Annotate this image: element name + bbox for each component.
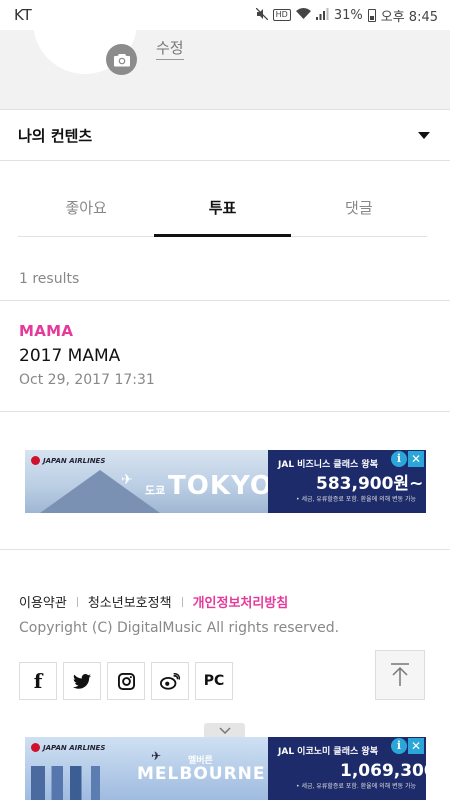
weibo-icon[interactable]	[151, 662, 189, 700]
copyright-text: Copyright (C) DigitalMusic All rights re…	[19, 620, 340, 636]
link-separator	[76, 596, 78, 607]
battery-icon	[367, 8, 376, 22]
hd-icon: HD	[272, 9, 291, 21]
caret-down-icon	[418, 132, 430, 139]
signal-icon	[315, 7, 329, 23]
tab-votes[interactable]: 투표	[154, 184, 291, 237]
vote-title: 2017 MAMA	[19, 346, 121, 366]
wifi-icon	[295, 7, 311, 23]
results-count: 1 results	[19, 271, 80, 287]
airline-logo: JAPAN AIRLINES	[31, 743, 105, 752]
vote-category: MAMA	[19, 322, 74, 340]
ad-info-icon[interactable]: i	[391, 738, 407, 754]
facebook-icon[interactable]: f	[19, 662, 57, 700]
carrier-label: KT	[14, 6, 32, 24]
my-contents-label: 나의 컨텐츠	[18, 127, 93, 145]
ad-price: 583,900원~	[316, 474, 424, 494]
status-icons: HD 31% 오후 8:45	[255, 6, 438, 25]
terms-link[interactable]: 이용약관	[19, 592, 67, 611]
mute-icon	[255, 7, 269, 23]
status-bar: KT HD 31% 오후 8:45	[0, 0, 450, 30]
jal-crane-icon	[31, 456, 40, 465]
divider	[0, 411, 450, 412]
youth-policy-link[interactable]: 청소년보호정책	[88, 592, 172, 611]
airline-name: JAPAN AIRLINES	[43, 743, 106, 752]
twitter-icon[interactable]	[63, 662, 101, 700]
ad-image: JAPAN AIRLINES ✈ 도쿄 TOKYO	[25, 450, 272, 513]
collapse-ad-button[interactable]	[204, 723, 245, 737]
arrow-up-icon	[391, 663, 409, 686]
page: 수정 KT HD 31% 오후 8:45 나의 컨텐츠 좋아요 투표 댓글 1 …	[0, 0, 450, 800]
ad-city-en: TOKYO	[168, 471, 273, 501]
footer-links: 이용약관 청소년보호정책 개인정보처리방침	[19, 592, 288, 611]
ad-note: • 세금, 유류할증료 포함. 환율에 의해 변동 가능	[296, 496, 417, 503]
airline-logo: JAPAN AIRLINES	[31, 456, 105, 465]
ad-close-icon[interactable]: ✕	[408, 738, 424, 754]
edit-profile-link[interactable]: 수정	[156, 37, 184, 60]
list-item[interactable]: MAMA 2017 MAMA Oct 29, 2017 17:31	[0, 301, 450, 411]
airplane-icon: ✈	[151, 749, 162, 763]
clock: 오후 8:45	[380, 9, 438, 25]
chevron-down-icon	[218, 726, 231, 734]
ad-banner-tokyo[interactable]: JAPAN AIRLINES ✈ 도쿄 TOKYO JAL 비즈니스 클래스 왕…	[25, 450, 426, 513]
ad-note: • 세금, 유류할증료 포함. 환율에 의해 변동 가능	[296, 783, 417, 790]
content-tabs: 좋아요 투표 댓글	[18, 184, 427, 237]
privacy-policy-link[interactable]: 개인정보처리방침	[193, 592, 289, 611]
ad-image: JAPAN AIRLINES ✈ 멜버른 MELBOURNE	[25, 737, 268, 800]
mountain-icon	[40, 470, 160, 513]
divider	[0, 549, 450, 550]
ad-info-icon[interactable]: i	[391, 451, 407, 467]
ad-city-ko: 도쿄	[145, 484, 166, 497]
tab-likes[interactable]: 좋아요	[18, 184, 154, 236]
airplane-icon: ✈	[121, 472, 133, 488]
scroll-to-top-button[interactable]	[375, 650, 425, 700]
airline-name: JAPAN AIRLINES	[43, 456, 106, 465]
ad-banner-melbourne[interactable]: JAPAN AIRLINES ✈ 멜버른 MELBOURNE JAL 이코노미 …	[25, 737, 426, 800]
my-contents-dropdown[interactable]: 나의 컨텐츠	[0, 111, 450, 161]
link-separator	[181, 596, 183, 607]
vote-date: Oct 29, 2017 17:31	[19, 372, 155, 388]
camera-icon[interactable]	[106, 44, 137, 75]
social-links: f PC	[19, 662, 233, 700]
ad-close-icon[interactable]: ✕	[408, 451, 424, 467]
instagram-icon[interactable]	[107, 662, 145, 700]
tab-comments[interactable]: 댓글	[291, 184, 427, 236]
jal-crane-icon	[31, 743, 40, 752]
battery-percent: 31%	[333, 7, 363, 23]
ad-city-en: MELBOURNE	[137, 764, 266, 784]
pc-icon[interactable]: PC	[195, 662, 233, 700]
ad-price: 1,069,300원~	[340, 761, 426, 781]
